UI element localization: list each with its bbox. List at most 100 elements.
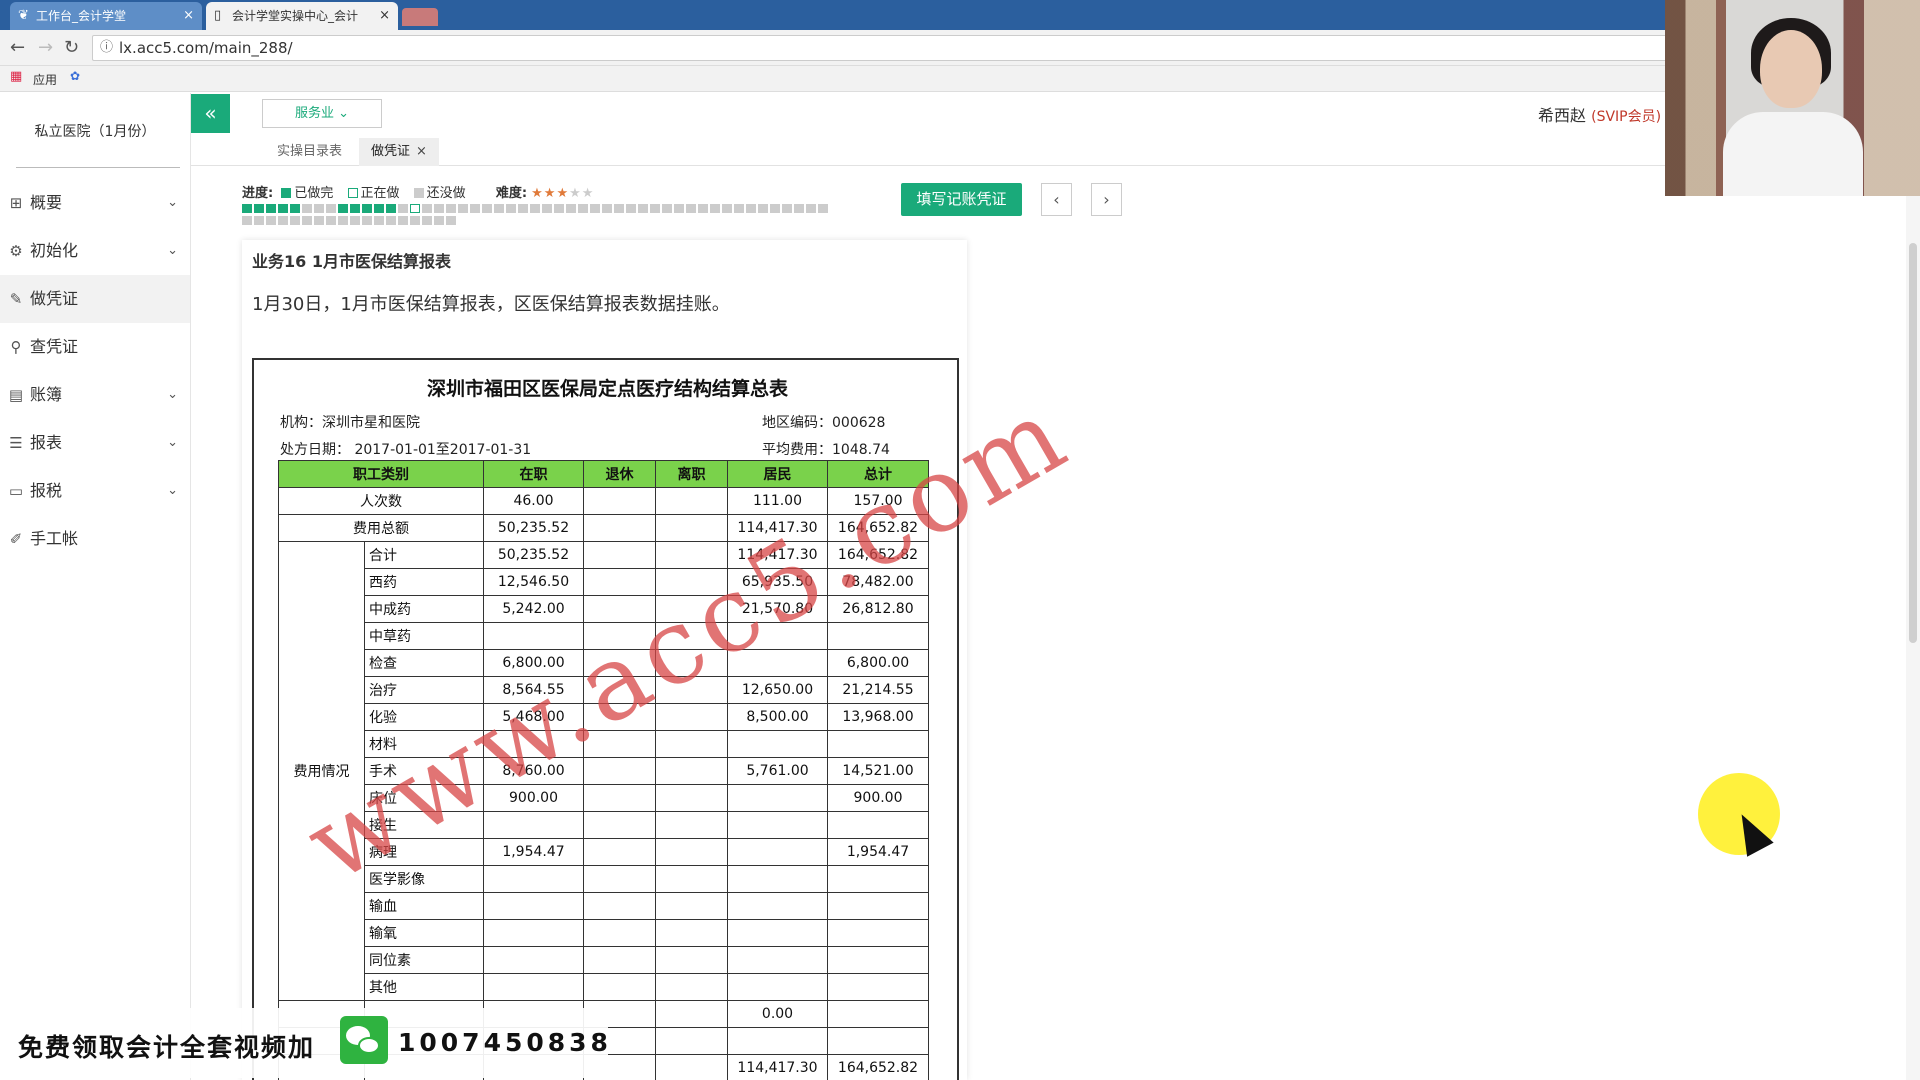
progress-cell[interactable]	[434, 204, 444, 213]
progress-cell[interactable]	[398, 216, 408, 225]
close-icon[interactable]: ×	[183, 2, 194, 30]
progress-cell[interactable]	[422, 204, 432, 213]
progress-cell[interactable]	[638, 204, 648, 213]
progress-cell[interactable]	[446, 216, 456, 225]
sidebar-item-query-voucher[interactable]: ⚲ 查凭证	[0, 323, 190, 371]
progress-cell[interactable]	[614, 204, 624, 213]
progress-cell[interactable]	[602, 204, 612, 213]
progress-cell[interactable]	[278, 216, 288, 225]
sidebar-item-manual[interactable]: ✐ 手工帐	[0, 515, 190, 563]
progress-cell[interactable]	[674, 204, 684, 213]
close-icon[interactable]: ×	[379, 2, 390, 30]
progress-cell[interactable]	[326, 216, 336, 225]
progress-cell[interactable]	[566, 204, 576, 213]
progress-cell[interactable]	[518, 204, 528, 213]
progress-cell[interactable]	[350, 216, 360, 225]
progress-cell[interactable]	[374, 204, 384, 213]
progress-cell[interactable]	[710, 204, 720, 213]
progress-cell[interactable]	[350, 204, 360, 213]
progress-cell[interactable]	[794, 204, 804, 213]
close-icon[interactable]: ×	[416, 144, 427, 159]
progress-cell[interactable]	[626, 204, 636, 213]
progress-cell[interactable]	[722, 204, 732, 213]
progress-cell[interactable]	[758, 204, 768, 213]
progress-cell[interactable]	[410, 216, 420, 225]
tab-catalog[interactable]: 实操目录表	[265, 138, 354, 166]
progress-cell[interactable]	[290, 204, 300, 213]
apps-grid-icon[interactable]: ▦	[10, 69, 22, 84]
next-button[interactable]: ›	[1091, 183, 1122, 216]
progress-cell[interactable]	[686, 204, 696, 213]
progress-cell[interactable]	[338, 216, 348, 225]
progress-cell[interactable]	[770, 204, 780, 213]
company-name[interactable]: 私立医院（1月份）	[0, 93, 190, 171]
progress-cell[interactable]	[530, 204, 540, 213]
progress-cell[interactable]	[446, 204, 456, 213]
progress-cell[interactable]	[818, 204, 828, 213]
progress-cell[interactable]	[278, 204, 288, 213]
sidebar-item-init[interactable]: ⚙ 初始化 ⌄	[0, 227, 190, 275]
progress-cell[interactable]	[242, 204, 252, 213]
collapse-sidebar-button[interactable]: «	[191, 94, 230, 133]
progress-cell[interactable]	[470, 204, 480, 213]
progress-cell[interactable]	[386, 216, 396, 225]
progress-cell[interactable]	[386, 204, 396, 213]
progress-cell[interactable]	[458, 204, 468, 213]
info-icon[interactable]: ⓘ	[100, 36, 113, 60]
progress-cell[interactable]	[698, 204, 708, 213]
progress-cell[interactable]	[326, 204, 336, 213]
bookmark-apps[interactable]: 应用	[33, 71, 57, 88]
progress-cell[interactable]	[422, 216, 432, 225]
paw-icon[interactable]: ✿	[70, 69, 80, 83]
progress-cell[interactable]	[578, 204, 588, 213]
progress-cell[interactable]	[254, 204, 264, 213]
progress-cell[interactable]	[242, 216, 252, 225]
progress-cell[interactable]	[494, 204, 504, 213]
sidebar-item-reports[interactable]: ☰ 报表 ⌄	[0, 419, 190, 467]
user-info[interactable]: 希西赵 (SVIP会员)	[1538, 102, 1661, 126]
progress-cell[interactable]	[734, 204, 744, 213]
page-scrollbar[interactable]	[1906, 93, 1920, 1080]
progress-cell[interactable]	[290, 216, 300, 225]
sidebar-item-ledger[interactable]: ▤ 账簿 ⌄	[0, 371, 190, 419]
progress-cell[interactable]	[806, 204, 816, 213]
progress-cell[interactable]	[362, 204, 372, 213]
progress-cell[interactable]	[302, 216, 312, 225]
progress-cell[interactable]	[338, 204, 348, 213]
progress-cell[interactable]	[302, 204, 312, 213]
progress-cell[interactable]	[482, 204, 492, 213]
progress-cell[interactable]	[374, 216, 384, 225]
url-input[interactable]: ⓘ lx.acc5.com/main_288/	[92, 35, 1672, 61]
scrollbar-thumb[interactable]	[1909, 243, 1917, 643]
progress-cell[interactable]	[254, 216, 264, 225]
progress-cell[interactable]	[506, 204, 516, 213]
progress-cell[interactable]	[314, 204, 324, 213]
progress-cell[interactable]	[314, 216, 324, 225]
sidebar-item-make-voucher[interactable]: ✎ 做凭证	[0, 275, 190, 323]
progress-cell[interactable]	[266, 204, 276, 213]
browser-tab-practice[interactable]: ▯ 会计学堂实操中心_会计 ×	[206, 2, 398, 30]
progress-cell[interactable]	[542, 204, 552, 213]
browser-tab-workbench[interactable]: ❦ 工作台_会计学堂 ×	[10, 2, 202, 30]
back-icon[interactable]: ←	[10, 36, 25, 60]
progress-cell[interactable]	[590, 204, 600, 213]
sidebar-item-overview[interactable]: ⊞ 概要 ⌄	[0, 179, 190, 227]
prev-button[interactable]: ‹	[1041, 183, 1072, 216]
progress-cell[interactable]	[398, 204, 408, 213]
progress-cell[interactable]	[554, 204, 564, 213]
progress-cell[interactable]	[266, 216, 276, 225]
industry-dropdown[interactable]: 服务业 ⌄	[262, 99, 382, 128]
fill-voucher-button[interactable]: 填写记账凭证	[901, 183, 1022, 216]
forward-icon[interactable]: →	[38, 36, 53, 60]
progress-cell[interactable]	[782, 204, 792, 213]
progress-cell[interactable]	[650, 204, 660, 213]
progress-cell[interactable]	[410, 204, 420, 213]
progress-cell[interactable]	[434, 216, 444, 225]
new-tab-button[interactable]	[402, 8, 438, 26]
sidebar-item-tax[interactable]: ▭ 报税 ⌄	[0, 467, 190, 515]
progress-cell[interactable]	[746, 204, 756, 213]
reload-icon[interactable]: ↻	[64, 36, 79, 60]
progress-cell[interactable]	[362, 216, 372, 225]
tab-make-voucher[interactable]: 做凭证 ×	[359, 138, 439, 166]
progress-cell[interactable]	[662, 204, 672, 213]
